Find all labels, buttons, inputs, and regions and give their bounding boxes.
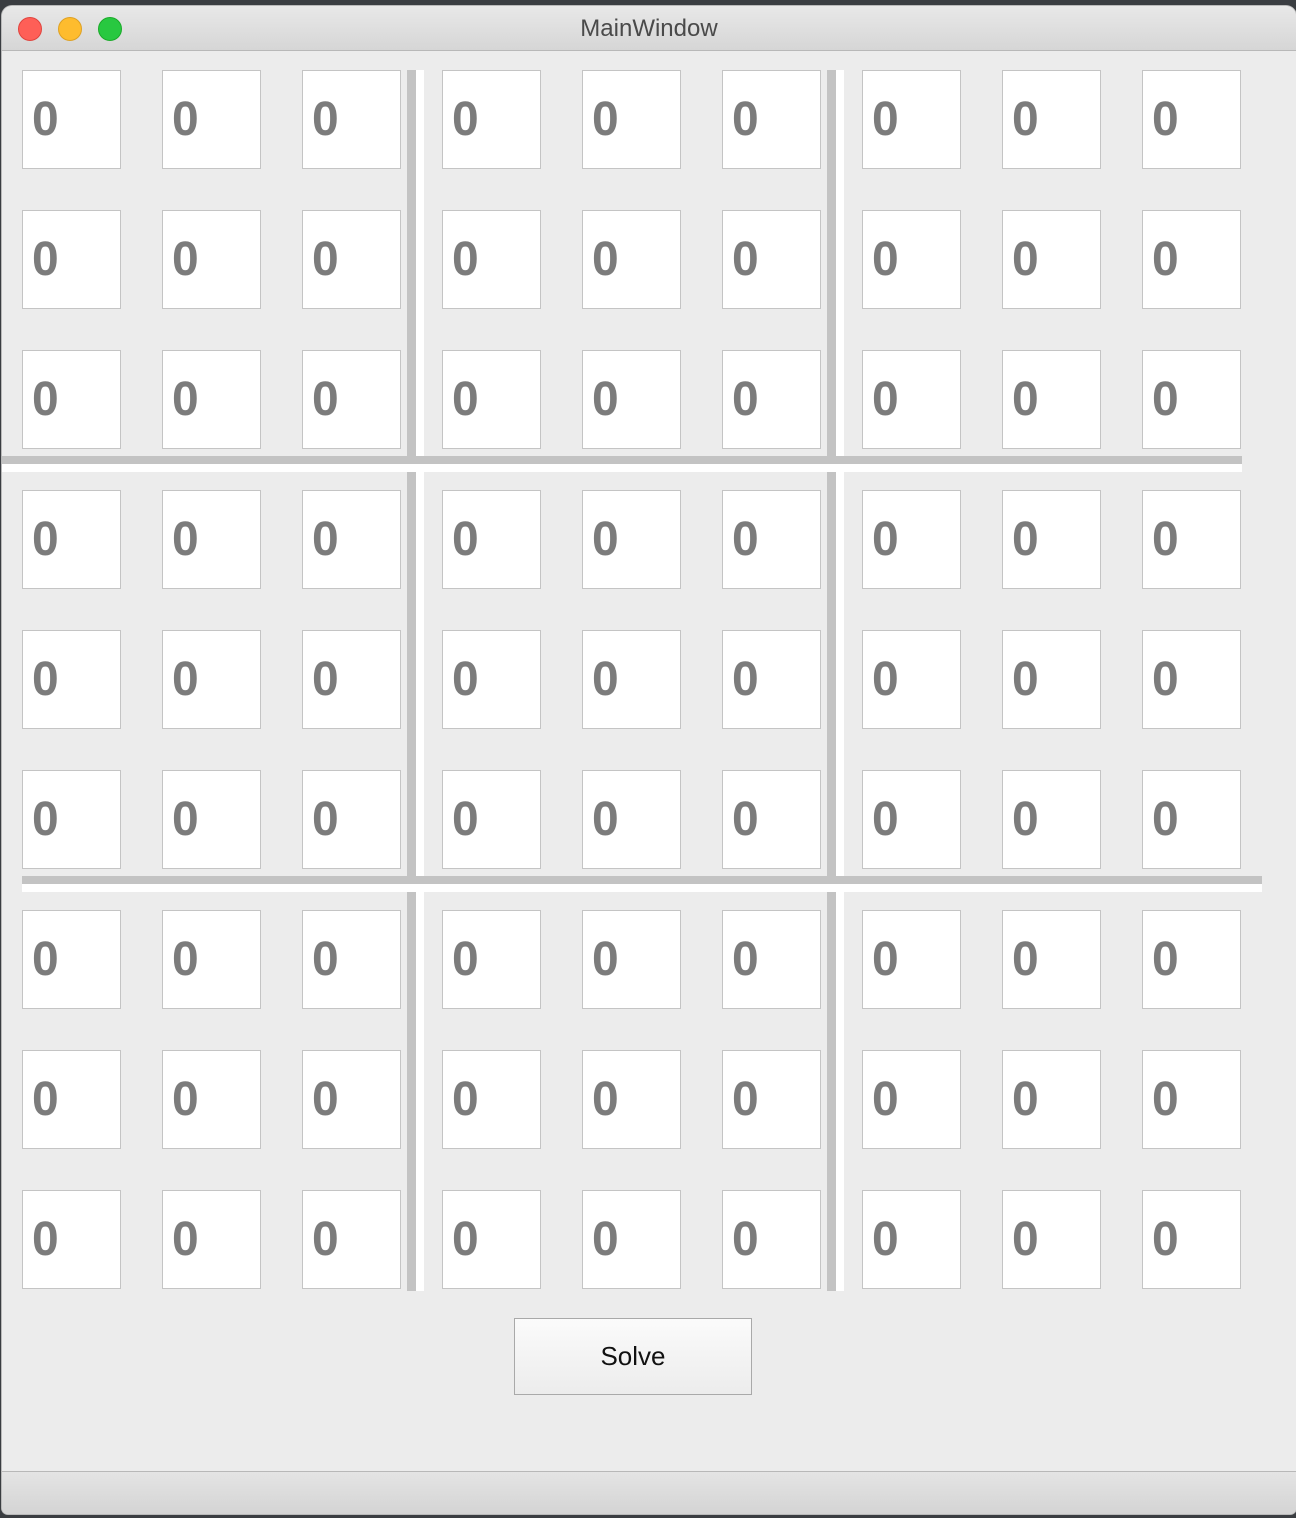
cell-input-r6c5[interactable] <box>582 770 681 869</box>
main-window: MainWindow Solve <box>2 6 1296 1514</box>
sudoku-board: Solve <box>2 50 1296 1470</box>
cell-input-r7c4[interactable] <box>442 910 541 1009</box>
cell-input-r1c4[interactable] <box>442 70 541 169</box>
cell-input-r8c9[interactable] <box>1142 1050 1241 1149</box>
cell-input-r1c8[interactable] <box>1002 70 1101 169</box>
cell-input-r1c6[interactable] <box>722 70 821 169</box>
cell-input-r9c5[interactable] <box>582 1190 681 1289</box>
cell-input-r1c1[interactable] <box>22 70 121 169</box>
cell-input-r1c2[interactable] <box>162 70 261 169</box>
status-bar <box>2 1471 1296 1514</box>
cell-input-r7c3[interactable] <box>302 910 401 1009</box>
cell-input-r3c6[interactable] <box>722 350 821 449</box>
cell-input-r8c3[interactable] <box>302 1050 401 1149</box>
window-title: MainWindow <box>580 15 718 42</box>
horizontal-separator-1 <box>2 456 1242 472</box>
cell-input-r4c4[interactable] <box>442 490 541 589</box>
cell-input-r8c2[interactable] <box>162 1050 261 1149</box>
cell-input-r6c9[interactable] <box>1142 770 1241 869</box>
cell-input-r9c6[interactable] <box>722 1190 821 1289</box>
cell-input-r7c8[interactable] <box>1002 910 1101 1009</box>
cell-input-r8c6[interactable] <box>722 1050 821 1149</box>
cell-input-r2c1[interactable] <box>22 210 121 309</box>
cell-input-r8c8[interactable] <box>1002 1050 1101 1149</box>
cell-input-r2c3[interactable] <box>302 210 401 309</box>
cell-input-r8c1[interactable] <box>22 1050 121 1149</box>
cell-input-r5c2[interactable] <box>162 630 261 729</box>
cell-input-r6c2[interactable] <box>162 770 261 869</box>
cell-input-r9c9[interactable] <box>1142 1190 1241 1289</box>
cell-input-r5c7[interactable] <box>862 630 961 729</box>
horizontal-separator-2 <box>22 876 1262 892</box>
cell-input-r2c7[interactable] <box>862 210 961 309</box>
cell-input-r7c7[interactable] <box>862 910 961 1009</box>
cell-input-r2c5[interactable] <box>582 210 681 309</box>
cell-input-r1c9[interactable] <box>1142 70 1241 169</box>
cell-input-r9c1[interactable] <box>22 1190 121 1289</box>
cell-input-r4c7[interactable] <box>862 490 961 589</box>
vertical-separator-2 <box>827 70 844 1291</box>
cell-input-r7c6[interactable] <box>722 910 821 1009</box>
cell-input-r5c1[interactable] <box>22 630 121 729</box>
solve-button[interactable]: Solve <box>514 1318 752 1395</box>
cell-input-r5c3[interactable] <box>302 630 401 729</box>
cell-input-r6c7[interactable] <box>862 770 961 869</box>
cell-input-r8c4[interactable] <box>442 1050 541 1149</box>
cell-input-r4c6[interactable] <box>722 490 821 589</box>
cell-input-r4c9[interactable] <box>1142 490 1241 589</box>
cell-input-r9c3[interactable] <box>302 1190 401 1289</box>
cell-input-r5c5[interactable] <box>582 630 681 729</box>
cell-input-r5c9[interactable] <box>1142 630 1241 729</box>
cell-input-r4c8[interactable] <box>1002 490 1101 589</box>
cell-input-r1c3[interactable] <box>302 70 401 169</box>
cell-input-r1c5[interactable] <box>582 70 681 169</box>
cell-input-r9c4[interactable] <box>442 1190 541 1289</box>
cell-input-r2c6[interactable] <box>722 210 821 309</box>
cell-input-r5c4[interactable] <box>442 630 541 729</box>
cell-input-r3c2[interactable] <box>162 350 261 449</box>
cell-input-r6c3[interactable] <box>302 770 401 869</box>
cell-input-r4c1[interactable] <box>22 490 121 589</box>
cell-input-r6c8[interactable] <box>1002 770 1101 869</box>
cell-input-r2c4[interactable] <box>442 210 541 309</box>
cell-input-r5c6[interactable] <box>722 630 821 729</box>
cell-input-r4c5[interactable] <box>582 490 681 589</box>
cell-input-r7c2[interactable] <box>162 910 261 1009</box>
cell-input-r2c2[interactable] <box>162 210 261 309</box>
vertical-separator-1 <box>407 70 424 1291</box>
cell-input-r9c7[interactable] <box>862 1190 961 1289</box>
cell-input-r3c3[interactable] <box>302 350 401 449</box>
cell-input-r3c7[interactable] <box>862 350 961 449</box>
cell-input-r1c7[interactable] <box>862 70 961 169</box>
cell-input-r2c8[interactable] <box>1002 210 1101 309</box>
cell-input-r3c5[interactable] <box>582 350 681 449</box>
cell-input-r9c2[interactable] <box>162 1190 261 1289</box>
cell-input-r4c2[interactable] <box>162 490 261 589</box>
cell-input-r4c3[interactable] <box>302 490 401 589</box>
cell-input-r3c8[interactable] <box>1002 350 1101 449</box>
cell-input-r3c4[interactable] <box>442 350 541 449</box>
cell-input-r2c9[interactable] <box>1142 210 1241 309</box>
cell-input-r6c1[interactable] <box>22 770 121 869</box>
cell-input-r8c5[interactable] <box>582 1050 681 1149</box>
cell-input-r5c8[interactable] <box>1002 630 1101 729</box>
title-bar[interactable]: MainWindow <box>2 6 1296 51</box>
cell-input-r7c9[interactable] <box>1142 910 1241 1009</box>
cell-input-r3c9[interactable] <box>1142 350 1241 449</box>
cell-input-r7c1[interactable] <box>22 910 121 1009</box>
cell-input-r6c6[interactable] <box>722 770 821 869</box>
cell-input-r3c1[interactable] <box>22 350 121 449</box>
cell-input-r8c7[interactable] <box>862 1050 961 1149</box>
cell-input-r6c4[interactable] <box>442 770 541 869</box>
cell-input-r9c8[interactable] <box>1002 1190 1101 1289</box>
cell-input-r7c5[interactable] <box>582 910 681 1009</box>
